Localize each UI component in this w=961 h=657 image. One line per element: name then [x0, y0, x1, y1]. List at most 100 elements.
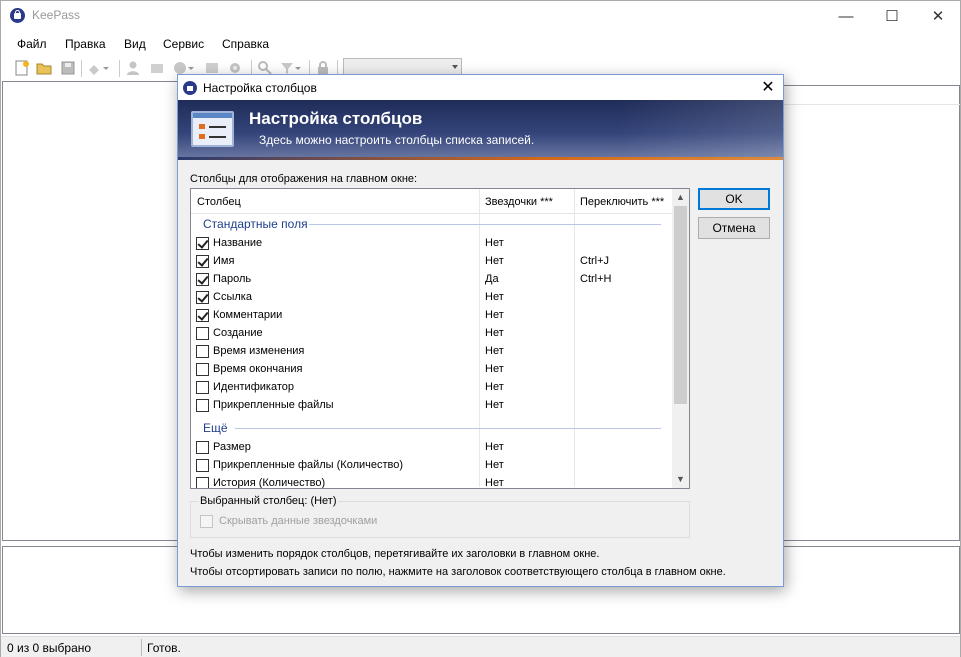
hide-with-stars-label: Скрывать данные звездочками	[219, 515, 378, 527]
new-database-icon[interactable]	[14, 60, 30, 76]
app-title: KeePass	[32, 8, 81, 22]
column-row[interactable]: История (Количество) Нет	[191, 475, 672, 489]
column-row[interactable]: Время окончания Нет	[191, 361, 672, 379]
toolbar-separator	[81, 60, 82, 77]
column-checkbox[interactable]	[196, 399, 209, 412]
column-row[interactable]: Время изменения Нет	[191, 343, 672, 361]
menu-bar: Файл Правка Вид Сервис Справка	[1, 32, 960, 55]
scrollbar-thumb[interactable]	[674, 206, 687, 404]
dialog-close-button[interactable]: ✕	[753, 75, 783, 100]
list-scrollbar[interactable]: ▲ ▼	[672, 189, 689, 488]
column-checkbox[interactable]	[196, 363, 209, 376]
column-name: Размер	[213, 441, 251, 453]
chevron-down-icon	[452, 65, 458, 69]
column-checkbox[interactable]	[196, 327, 209, 340]
column-row[interactable]: Название Нет	[191, 235, 672, 253]
group-divider	[309, 224, 661, 225]
column-name: Время изменения	[213, 345, 305, 357]
dialog-banner: Настройка столбцов Здесь можно настроить…	[178, 100, 783, 160]
banner-decoration	[618, 100, 783, 160]
keepass-logo-icon	[10, 8, 25, 23]
column-checkbox[interactable]	[196, 345, 209, 358]
column-name: Пароль	[213, 273, 252, 285]
column-checkbox[interactable]	[196, 477, 209, 488]
column-row[interactable]: Прикрепленные файлы Нет	[191, 397, 672, 415]
column-checkbox[interactable]	[196, 237, 209, 250]
column-stars-value: Нет	[485, 309, 504, 321]
hide-with-stars-checkbox[interactable]	[200, 515, 213, 528]
column-row[interactable]: Создание Нет	[191, 325, 672, 343]
column-checkbox[interactable]	[196, 441, 209, 454]
column-row[interactable]: Размер Нет	[191, 439, 672, 457]
column-name: Ссылка	[213, 291, 252, 303]
list-header: Столбец Звездочки *** Переключить ***	[191, 189, 672, 214]
keepass-logo-icon	[183, 81, 197, 95]
columns-list[interactable]: Столбец Звездочки *** Переключить *** Ст…	[190, 188, 690, 489]
column-stars-value: Нет	[485, 291, 504, 303]
column-row[interactable]: Идентификатор Нет	[191, 379, 672, 397]
minimize-button[interactable]: —	[823, 1, 869, 32]
column-stars-value: Нет	[485, 363, 504, 375]
maximize-button[interactable]: ☐	[869, 1, 915, 32]
columns-icon	[191, 111, 234, 147]
status-separator	[141, 639, 142, 656]
column-checkbox[interactable]	[196, 291, 209, 304]
group-more: Ещё	[203, 421, 228, 435]
scroll-up-icon[interactable]: ▲	[672, 189, 689, 206]
column-row[interactable]: Пароль Да Ctrl+H	[191, 271, 672, 289]
status-text: Готов.	[147, 641, 181, 655]
selected-column-label: Выбранный столбец: (Нет)	[199, 495, 338, 507]
column-header-toggle[interactable]: Переключить ***	[580, 196, 664, 208]
ok-button[interactable]: OK	[698, 188, 770, 210]
group-tree-pane[interactable]	[2, 81, 178, 541]
column-stars-value: Нет	[485, 441, 504, 453]
column-header-column[interactable]: Столбец	[197, 196, 241, 208]
entry-list-pane[interactable]	[784, 85, 960, 541]
user-copy-icon[interactable]	[125, 60, 141, 76]
column-stars-value: Нет	[485, 327, 504, 339]
column-row[interactable]: Прикрепленные файлы (Количество) Нет	[191, 457, 672, 475]
menu-help[interactable]: Справка	[222, 37, 269, 51]
column-name: Прикрепленные файлы (Количество)	[213, 459, 404, 471]
password-copy-icon[interactable]	[149, 60, 165, 76]
column-toggle-value: Ctrl+H	[580, 273, 612, 285]
column-row[interactable]: Комментарии Нет	[191, 307, 672, 325]
column-stars-value: Нет	[485, 255, 504, 267]
column-checkbox[interactable]	[196, 381, 209, 394]
column-name: Идентификатор	[213, 381, 294, 393]
banner-subtitle: Здесь можно настроить столбцы списка зап…	[259, 133, 535, 147]
menu-edit[interactable]: Правка	[65, 37, 106, 51]
banner-title: Настройка столбцов	[249, 109, 423, 128]
entry-list-header	[784, 85, 960, 105]
column-checkbox[interactable]	[196, 309, 209, 322]
selection-count: 0 из 0 выбрано	[7, 641, 92, 655]
column-name: Комментарии	[213, 309, 283, 321]
column-name: Название	[213, 237, 263, 249]
open-database-icon[interactable]	[36, 60, 52, 76]
column-header-stars[interactable]: Звездочки ***	[485, 196, 553, 208]
column-row[interactable]: Ссылка Нет	[191, 289, 672, 307]
column-stars-value: Нет	[485, 345, 504, 357]
column-stars-value: Нет	[485, 477, 504, 489]
column-name: Прикрепленные файлы	[213, 399, 334, 411]
save-icon[interactable]	[60, 60, 76, 76]
dialog-title-bar: Настройка столбцов ✕	[178, 75, 783, 100]
cancel-button[interactable]: Отмена	[698, 217, 770, 239]
scroll-down-icon[interactable]: ▼	[672, 471, 689, 488]
configure-columns-dialog: Настройка столбцов ✕ Настройка столбцов …	[177, 74, 784, 587]
column-stars-value: Нет	[485, 381, 504, 393]
add-entry-icon[interactable]	[87, 60, 109, 76]
close-button[interactable]: ✕	[915, 1, 961, 32]
column-row[interactable]: Имя Нет Ctrl+J	[191, 253, 672, 271]
column-name: История (Количество)	[213, 477, 326, 489]
column-stars-value: Нет	[485, 459, 504, 471]
column-checkbox[interactable]	[196, 273, 209, 286]
column-checkbox[interactable]	[196, 255, 209, 268]
menu-view[interactable]: Вид	[124, 37, 146, 51]
column-stars-value: Нет	[485, 399, 504, 411]
menu-file[interactable]: Файл	[17, 37, 47, 51]
menu-tools[interactable]: Сервис	[163, 37, 204, 51]
column-checkbox[interactable]	[196, 459, 209, 472]
sort-hint: Чтобы отсортировать записи по полю, нажм…	[190, 566, 726, 578]
column-toggle-value: Ctrl+J	[580, 255, 610, 267]
